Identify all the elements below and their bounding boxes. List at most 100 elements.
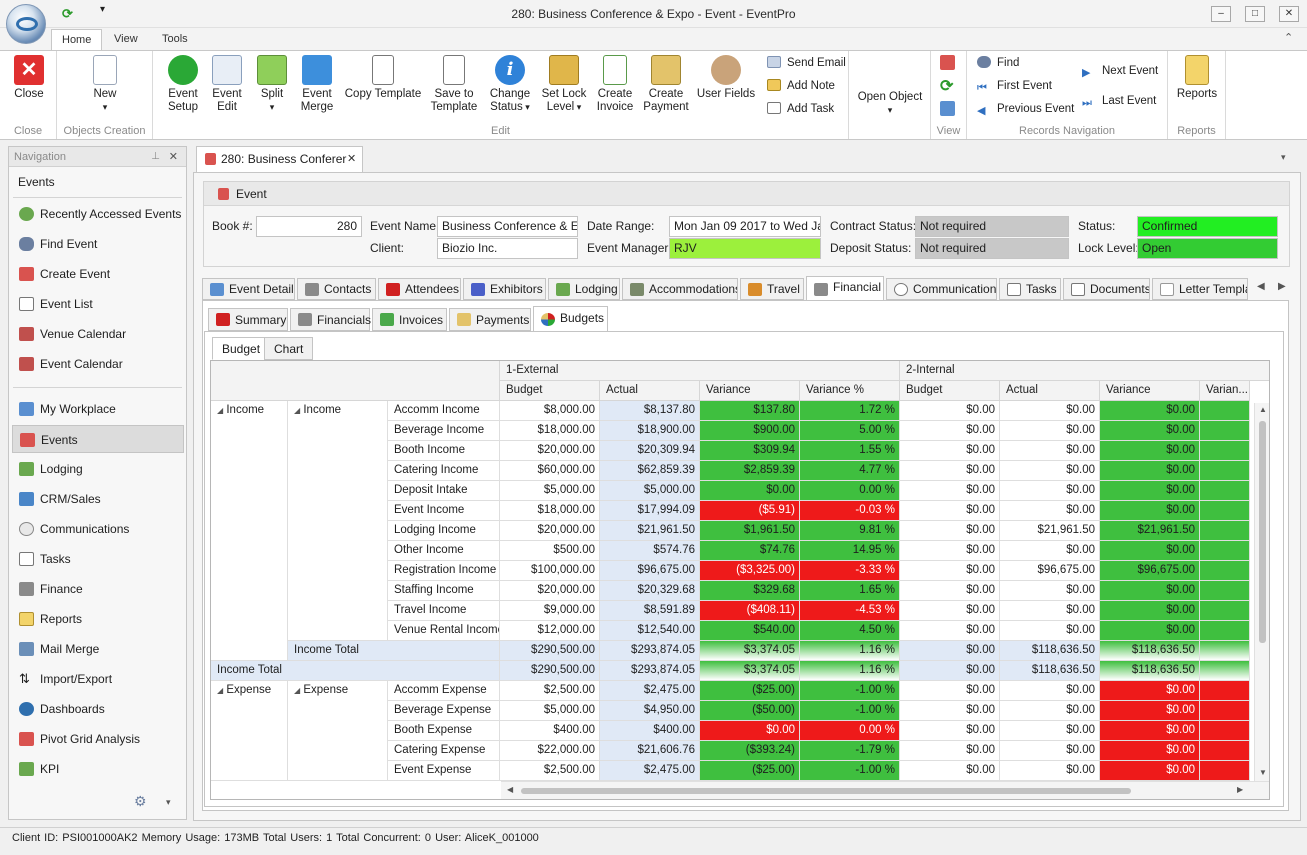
tab-home[interactable]: Home	[51, 29, 103, 51]
close-tab-icon[interactable]: ✕	[347, 147, 356, 171]
collapse-icon[interactable]: ◢	[217, 406, 223, 415]
tab-payments[interactable]: Payments	[449, 308, 531, 331]
scroll-right-icon[interactable]: ▶	[1237, 785, 1243, 794]
tab-tasks[interactable]: Tasks	[999, 278, 1061, 300]
event-merge-button[interactable]: Event Merge	[295, 55, 339, 114]
horizontal-scrollbar[interactable]: ◀ ▶	[501, 781, 1269, 799]
last-event-button[interactable]: ⏭ Last Event	[1082, 92, 1156, 110]
document-tab[interactable]: 280: Business Conferer ✕	[196, 146, 363, 172]
maximize-button[interactable]: □	[1245, 6, 1265, 22]
nav-mail-merge[interactable]: Mail Merge	[9, 635, 186, 663]
deposit-status-field[interactable]: Not required	[915, 238, 1069, 259]
tabs-scroll-left-icon[interactable]: ◀	[1257, 281, 1265, 292]
event-edit-button[interactable]: Event Edit	[206, 55, 248, 114]
event-setup-button[interactable]: Event Setup	[161, 55, 205, 114]
event-manager-field[interactable]: RJV	[669, 238, 821, 259]
event-name-field[interactable]: Business Conference & Expo	[437, 216, 578, 237]
tab-attendees[interactable]: Attendees	[378, 278, 461, 300]
reports-button[interactable]: Reports	[1172, 55, 1222, 101]
tab-exhibitors[interactable]: Exhibitors	[463, 278, 546, 300]
nav-finance[interactable]: Finance	[9, 575, 186, 603]
split-button[interactable]: Split ▾	[251, 55, 293, 114]
new-button[interactable]: New ▾	[83, 55, 127, 114]
previous-event-button[interactable]: ◀ Previous Event	[977, 100, 1074, 118]
tab-financial[interactable]: Financial	[806, 276, 884, 301]
save-to-template-button[interactable]: Save to Template	[427, 55, 481, 114]
nav-event-list[interactable]: Event List	[9, 290, 186, 318]
lock-level-field[interactable]: Open	[1137, 238, 1278, 259]
tab-invoices[interactable]: Invoices	[372, 308, 447, 331]
nav-import-export[interactable]: ⇅ Import/Export	[9, 665, 186, 693]
minimize-button[interactable]: –	[1211, 6, 1231, 22]
nav-reports[interactable]: Reports	[9, 605, 186, 633]
calendar-icon[interactable]	[940, 55, 955, 70]
tab-event-detail[interactable]: Event Detail	[202, 278, 295, 300]
close-button[interactable]: ✕ Close	[6, 55, 52, 101]
user-fields-button[interactable]: User Fields	[696, 55, 756, 101]
send-email-button[interactable]: Send Email	[767, 54, 846, 72]
date-range-field[interactable]: Mon Jan 09 2017 to Wed Jan	[669, 216, 821, 237]
tab-documents[interactable]: Documents	[1063, 278, 1150, 300]
tab-budget[interactable]: Budget	[212, 337, 271, 360]
tabs-scroll-right-icon[interactable]: ▶	[1278, 281, 1286, 292]
nav-lodging[interactable]: Lodging	[9, 455, 186, 483]
nav-events[interactable]: Events	[12, 425, 184, 453]
tab-communications[interactable]: Communications	[886, 278, 997, 300]
find-button[interactable]: Find	[977, 54, 1019, 72]
nav-event-calendar[interactable]: Event Calendar	[9, 350, 186, 378]
scroll-up-icon[interactable]: ▲	[1259, 405, 1267, 414]
nav-recently-accessed-events[interactable]: Recently Accessed Events	[9, 200, 186, 228]
vertical-scrollbar[interactable]: ▲ ▼	[1254, 403, 1269, 781]
refresh-view-icon[interactable]: ⟳	[940, 76, 953, 96]
tab-accommodations[interactable]: Accommodations	[622, 278, 738, 300]
nav-pivot-grid-analysis[interactable]: Pivot Grid Analysis	[9, 725, 186, 753]
tab-letter-templates[interactable]: Letter Templat	[1152, 278, 1248, 300]
tab-lodging[interactable]: Lodging	[548, 278, 620, 300]
tab-view[interactable]: View	[104, 29, 148, 51]
app-menu-icon[interactable]	[6, 4, 46, 44]
open-object-button[interactable]: Open Object ▾	[853, 91, 927, 117]
nav-crm-sales[interactable]: CRM/Sales	[9, 485, 186, 513]
create-invoice-button[interactable]: Create Invoice	[591, 55, 639, 114]
nav-dashboards[interactable]: Dashboards	[9, 695, 186, 723]
tab-tools[interactable]: Tools	[152, 29, 198, 51]
first-event-button[interactable]: ⏮ First Event	[977, 77, 1052, 95]
create-payment-button[interactable]: Create Payment	[641, 55, 691, 114]
nav-venue-calendar[interactable]: Venue Calendar	[9, 320, 186, 348]
copy-template-button[interactable]: Copy Template	[343, 55, 423, 101]
tab-budgets[interactable]: Budgets	[533, 306, 608, 332]
add-task-button[interactable]: Add Task	[767, 100, 834, 118]
client-field[interactable]: Biozio Inc.	[437, 238, 578, 259]
tab-chart[interactable]: Chart	[264, 337, 314, 360]
scroll-left-icon[interactable]: ◀	[507, 785, 513, 794]
collapse-icon[interactable]: ◢	[217, 686, 223, 695]
tab-contacts[interactable]: Contacts	[297, 278, 376, 300]
configure-buttons-icon[interactable]: ⚙	[134, 793, 147, 810]
set-lock-level-button[interactable]: Set Lock Level ▾	[539, 55, 589, 114]
tab-summary[interactable]: Summary	[208, 308, 288, 331]
view-icon[interactable]	[940, 101, 955, 116]
close-pane-icon[interactable]: ✕	[169, 147, 178, 167]
add-note-button[interactable]: Add Note	[767, 77, 835, 95]
collapse-icon[interactable]: ◢	[294, 406, 300, 415]
horizontal-scroll-thumb[interactable]	[521, 788, 1131, 794]
next-event-button[interactable]: ▶ Next Event	[1082, 62, 1158, 80]
pin-icon[interactable]: ⊥	[151, 147, 160, 167]
change-status-button[interactable]: i Change Status ▾	[483, 55, 537, 114]
document-list-dropdown-icon[interactable]: ▾	[1281, 152, 1286, 163]
nav-my-workplace[interactable]: My Workplace	[9, 395, 186, 423]
tab-travel[interactable]: Travel	[740, 278, 804, 300]
nav-tasks[interactable]: Tasks	[9, 545, 186, 573]
nav-options-dropdown-icon[interactable]: ▾	[166, 797, 171, 808]
nav-find-event[interactable]: Find Event	[9, 230, 186, 258]
scroll-down-icon[interactable]: ▼	[1259, 768, 1267, 777]
book-field[interactable]: 280	[256, 216, 362, 237]
close-window-button[interactable]: ✕	[1279, 6, 1299, 22]
collapse-ribbon-icon[interactable]: ⌃	[1284, 31, 1293, 44]
vertical-scroll-thumb[interactable]	[1259, 421, 1266, 643]
tab-financials[interactable]: Financials	[290, 308, 371, 331]
nav-create-event[interactable]: Create Event	[9, 260, 186, 288]
collapse-icon[interactable]: ◢	[294, 686, 300, 695]
nav-kpi[interactable]: KPI	[9, 755, 186, 783]
contract-status-field[interactable]: Not required	[915, 216, 1069, 237]
